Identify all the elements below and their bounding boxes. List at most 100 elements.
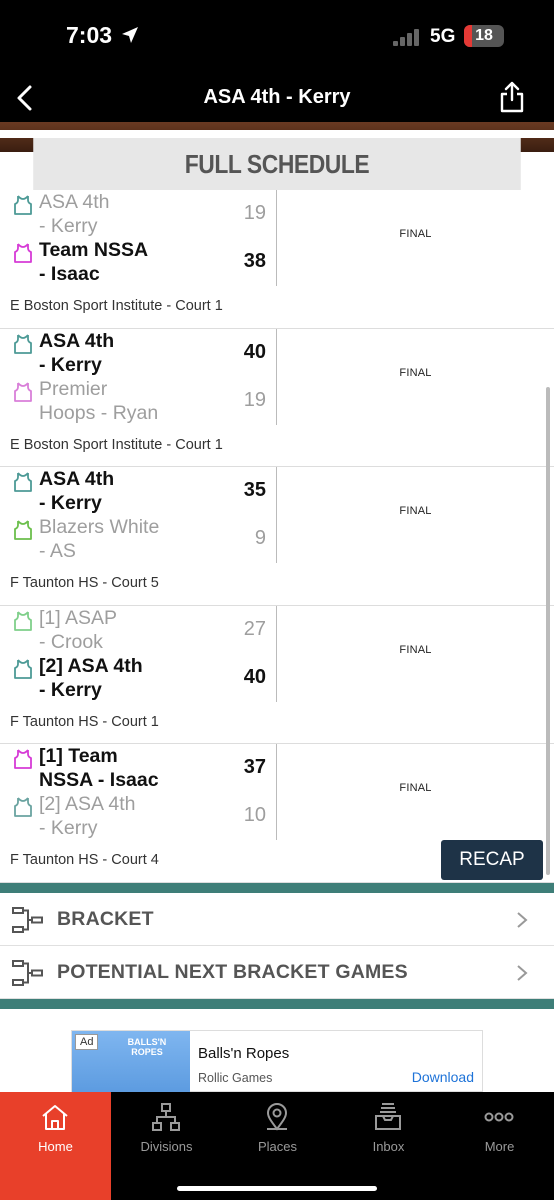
signal-icon xyxy=(393,28,421,46)
share-icon[interactable] xyxy=(498,80,526,114)
team-score: 9 xyxy=(254,527,266,549)
game-location[interactable]: E Boston Sport Institute - Court 1 xyxy=(10,437,223,453)
team-score: 40 xyxy=(243,665,266,688)
inbox-icon xyxy=(375,1103,401,1130)
game-card[interactable]: [1] Team NSSA - Isaac 37 [2] ASA 4th - Ker… xyxy=(0,744,554,883)
bracket-icon xyxy=(12,906,43,933)
potential-games-label: POTENTIAL NEXT BRACKET GAMES xyxy=(57,960,408,983)
team-row[interactable]: [2] ASA 4th - Kerry 10 xyxy=(12,792,272,840)
game-status: FINAL xyxy=(399,505,432,517)
page-title: ASA 4th - Kerry xyxy=(203,86,351,108)
jersey-icon xyxy=(12,748,34,770)
tab-label: Divisions xyxy=(140,1139,193,1154)
team-row[interactable]: ASA 4th - Kerry 40 xyxy=(12,329,272,377)
team-row[interactable]: Blazers White - AS 9 xyxy=(12,515,272,563)
team-row[interactable]: Team NSSA - Isaac 38 xyxy=(12,238,272,286)
tab-label: Places xyxy=(257,1139,298,1154)
tab-places[interactable]: Places xyxy=(222,1092,333,1200)
ad-badge: Ad xyxy=(75,1034,99,1050)
section-title: FULL SCHEDULE xyxy=(33,138,521,190)
jersey-icon xyxy=(12,333,34,355)
jersey-icon xyxy=(12,381,34,403)
games-list: ASA 4th - Kerry 19 Team NSSA - Isaac 38 FINA… xyxy=(0,190,554,883)
ad-thumbnail: Ad BALLS'N ROPES xyxy=(72,1031,190,1093)
jersey-icon xyxy=(12,610,34,632)
jersey-icon xyxy=(12,519,34,541)
bracket-label: BRACKET xyxy=(57,907,154,930)
game-status: FINAL xyxy=(399,228,432,240)
team-row[interactable]: [1] Team NSSA - Isaac 37 xyxy=(12,744,272,792)
clock: 7:03 xyxy=(66,22,113,48)
battery-level: 18 xyxy=(475,27,493,44)
team-score: 37 xyxy=(243,756,266,778)
game-card[interactable]: ASA 4th - Kerry 19 Team NSSA - Isaac 38 FINA… xyxy=(0,190,554,329)
team-score: 10 xyxy=(243,804,266,826)
home-indicator xyxy=(177,1186,377,1191)
team-name: ASA 4th - Kerry xyxy=(39,468,115,514)
jersey-icon xyxy=(12,242,34,264)
jersey-icon xyxy=(12,194,34,216)
more-icon xyxy=(484,1112,514,1122)
schedule-content[interactable]: FULL SCHEDULE ASA 4th - Kerry 19 Team NSSA… xyxy=(0,122,554,1092)
tab-label: More xyxy=(484,1139,515,1154)
team-name: [2] ASA 4th - Kerry xyxy=(39,793,136,839)
team-score: 27 xyxy=(243,617,266,640)
team-row[interactable]: ASA 4th - Kerry 19 xyxy=(12,190,272,238)
team-name: [1] ASAP - Crook xyxy=(39,606,118,653)
tab-inbox[interactable]: Inbox xyxy=(333,1092,444,1200)
divider-bar xyxy=(0,882,554,893)
game-card[interactable]: ASA 4th - Kerry 35 Blazers White - AS 9 FINA… xyxy=(0,467,554,606)
game-location[interactable]: E Boston Sport Institute - Court 1 xyxy=(10,298,223,314)
team-name: Team NSSA - Isaac xyxy=(39,239,149,285)
team-name: ASA 4th - Kerry xyxy=(39,191,110,237)
tab-bar: Home Divisions Places Inbox More xyxy=(0,1092,554,1200)
tab-divisions[interactable]: Divisions xyxy=(111,1092,222,1200)
team-name: [2] ASA 4th - Kerry xyxy=(39,654,143,701)
game-status: FINAL xyxy=(399,643,432,656)
battery-icon: 18 xyxy=(464,25,504,47)
bracket-link[interactable]: BRACKET xyxy=(0,892,554,946)
team-score: 38 xyxy=(243,250,266,272)
game-location[interactable]: F Taunton HS - Court 5 xyxy=(10,575,159,591)
team-name: Premier Hoops - Ryan xyxy=(39,377,159,424)
game-status: FINAL xyxy=(399,782,432,794)
team-row[interactable]: [1] ASAP - Crook 27 xyxy=(12,606,272,654)
team-score: 19 xyxy=(243,388,266,411)
ad-thumb-title: BALLS'N ROPES xyxy=(127,1037,167,1057)
game-location[interactable]: F Taunton HS - Court 4 xyxy=(10,852,159,868)
divider-bar xyxy=(0,998,554,1009)
team-row[interactable]: Premier Hoops - Ryan 19 xyxy=(12,377,272,425)
ad-banner: Ad BALLS'N ROPES Balls'n Ropes Rollic Ga… xyxy=(0,1026,554,1093)
tab-more[interactable]: More xyxy=(444,1092,554,1200)
ad-download-button[interactable]: Download xyxy=(412,1069,474,1085)
ad-box[interactable]: Ad BALLS'N ROPES Balls'n Ropes Rollic Ga… xyxy=(71,1030,483,1093)
ad-publisher: Rollic Games xyxy=(198,1071,273,1085)
jersey-icon xyxy=(12,471,34,493)
divisions-icon xyxy=(152,1103,180,1131)
jersey-icon xyxy=(12,658,34,680)
team-row[interactable]: [2] ASA 4th - Kerry 40 xyxy=(12,654,272,702)
team-name: [1] Team NSSA - Isaac xyxy=(39,745,159,791)
game-location[interactable]: F Taunton HS - Court 1 xyxy=(10,714,159,730)
tab-label: Home xyxy=(38,1139,73,1154)
tab-label: Inbox xyxy=(372,1139,405,1154)
team-name: ASA 4th - Kerry xyxy=(39,329,115,376)
game-card[interactable]: ASA 4th - Kerry 40 Premier Hoops - Ryan 19 F… xyxy=(0,328,554,467)
team-score: 40 xyxy=(243,340,266,363)
bracket-icon xyxy=(12,959,43,986)
potential-games-link[interactable]: POTENTIAL NEXT BRACKET GAMES xyxy=(0,945,554,999)
tab-home[interactable]: Home xyxy=(0,1092,111,1200)
recap-button[interactable]: RECAP xyxy=(441,840,543,880)
team-score: 35 xyxy=(243,479,266,501)
ad-title: Balls'n Ropes xyxy=(198,1045,290,1062)
chevron-right-icon xyxy=(517,911,528,928)
team-row[interactable]: ASA 4th - Kerry 35 xyxy=(12,467,272,515)
team-name: Blazers White - AS xyxy=(39,516,160,562)
network-type: 5G xyxy=(430,26,456,47)
places-icon xyxy=(266,1103,288,1131)
status-bar: 7:03 5G 18 xyxy=(0,0,554,76)
scrollbar[interactable] xyxy=(546,387,550,875)
team-score: 19 xyxy=(243,202,266,224)
nav-bar: ASA 4th - Kerry xyxy=(0,76,554,122)
game-card[interactable]: [1] ASAP - Crook 27 [2] ASA 4th - Kerry 40 F… xyxy=(0,605,554,744)
